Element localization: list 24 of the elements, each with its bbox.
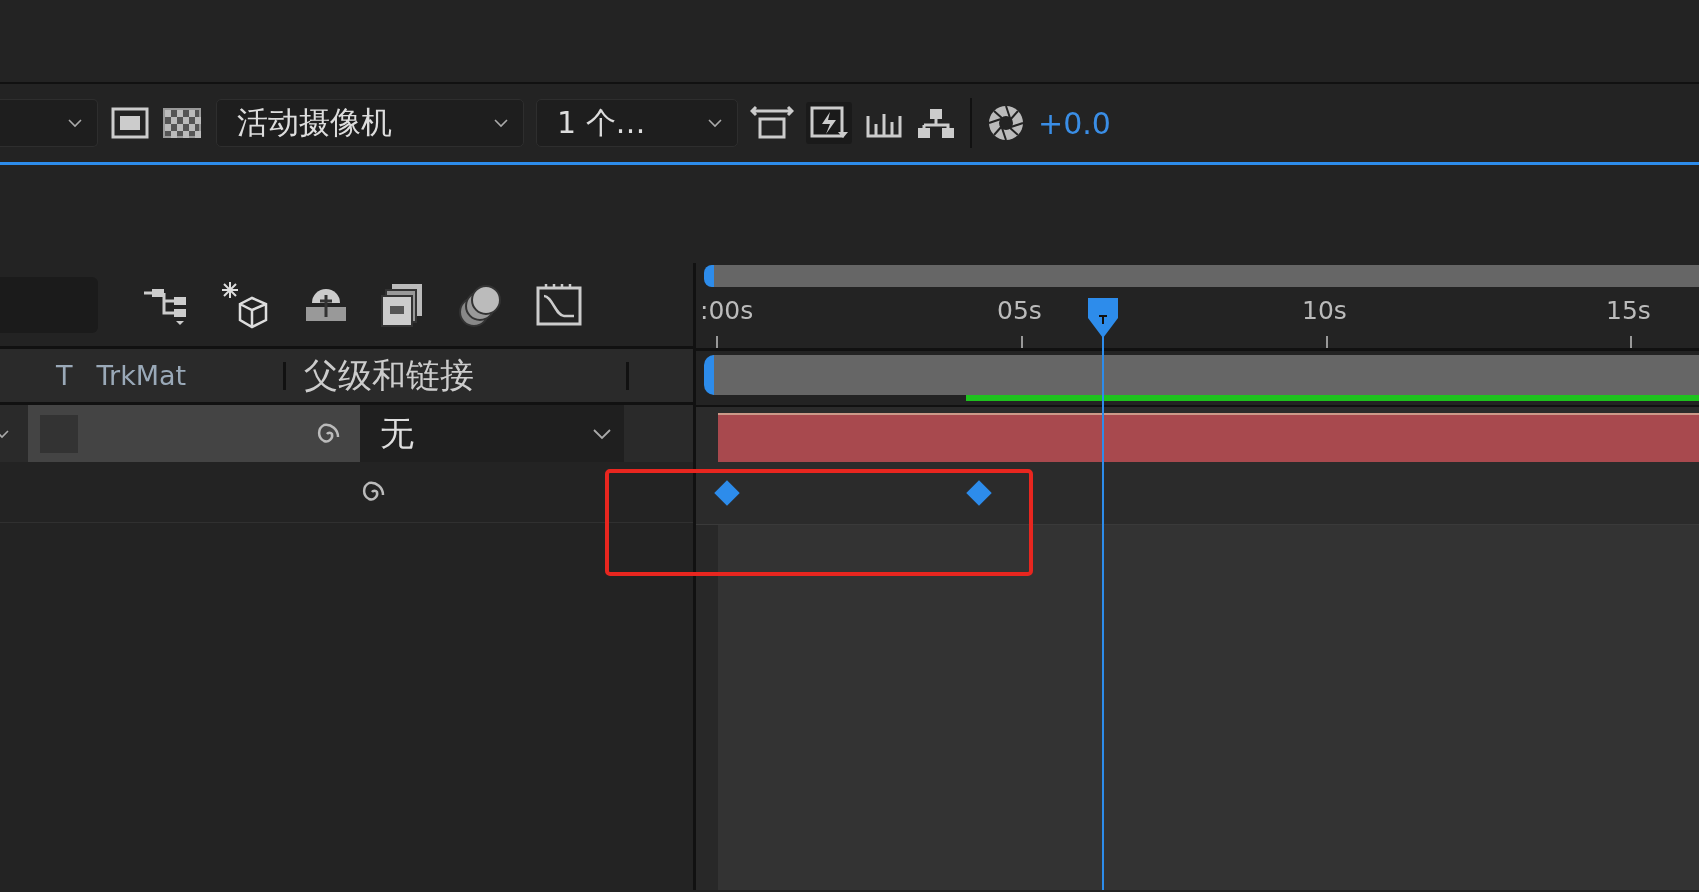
layout-icon[interactable] [750, 105, 794, 141]
column-header: T [56, 360, 73, 391]
flowchart-icon[interactable] [916, 106, 956, 140]
aperture-icon[interactable] [986, 103, 1026, 143]
exposure-value[interactable]: +0.0 [1038, 105, 1111, 141]
parent-dropdown[interactable]: 无 [360, 405, 624, 462]
fast-preview-icon[interactable] [806, 102, 852, 144]
column-header: TrkMat [96, 360, 188, 391]
graph-editor-icon[interactable] [534, 281, 584, 328]
chevron-icon [67, 118, 83, 128]
region-icon[interactable] [110, 106, 150, 140]
chevron-icon [592, 427, 612, 440]
camera-dropdown[interactable]: 活动摄像机 [216, 99, 524, 147]
playhead-drawing[interactable] [1085, 298, 1121, 890]
time-label: 15s [1606, 296, 1651, 325]
checkerboard-icon[interactable] [162, 106, 202, 140]
chevron-icon [707, 118, 723, 128]
time-navigator[interactable] [704, 264, 1699, 287]
time-label: 10s [1302, 296, 1347, 325]
chevron-icon [493, 118, 509, 128]
time-label: 05s [997, 296, 1042, 325]
time-label: :00s [700, 296, 754, 325]
views-dropdown[interactable]: 1 个… [536, 99, 738, 147]
column-header: 父级和链接 [303, 353, 475, 397]
